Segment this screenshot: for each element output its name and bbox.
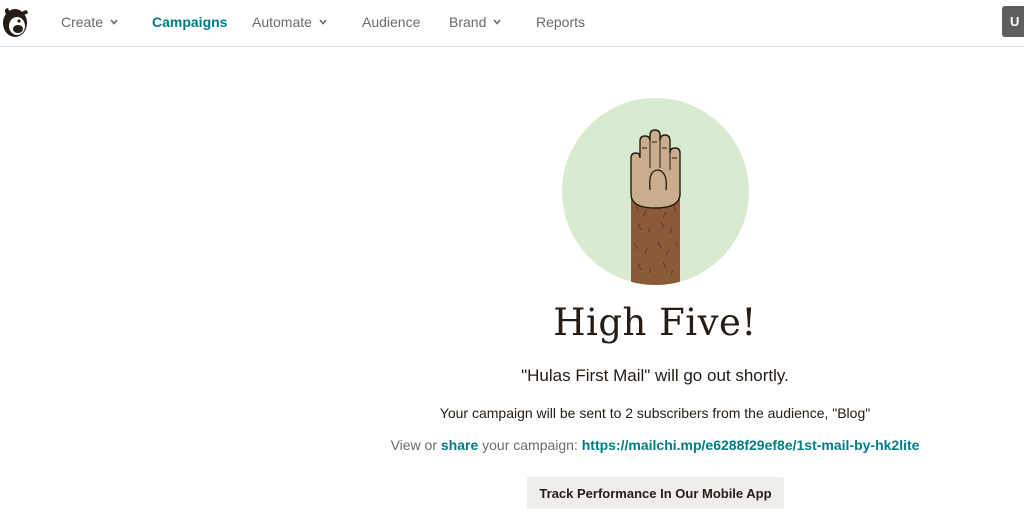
- mailchimp-logo-icon[interactable]: [0, 4, 30, 40]
- track-performance-button[interactable]: Track Performance In Our Mobile App: [527, 477, 784, 509]
- chevron-down-icon: [493, 19, 501, 25]
- recipients-info: Your campaign will be sent to 2 subscrib…: [439, 405, 871, 421]
- nav-campaigns[interactable]: Campaigns: [152, 14, 227, 30]
- chevron-down-icon: [319, 19, 327, 25]
- nav-reports-label: Reports: [536, 14, 586, 30]
- share-middle: your campaign:: [482, 437, 578, 453]
- share-link[interactable]: share: [441, 437, 478, 453]
- nav-audience-label: Audience: [362, 14, 421, 30]
- campaign-url-link[interactable]: https://mailchi.mp/e6288f29ef8e/1st-mail…: [582, 437, 920, 453]
- nav-create-label: Create: [61, 14, 104, 30]
- nav-create[interactable]: Create: [61, 14, 119, 30]
- share-campaign-line: View or share your campaign: https://mai…: [330, 437, 980, 453]
- nav-automate-label: Automate: [252, 14, 312, 30]
- chevron-down-icon: [110, 19, 118, 25]
- nav-brand[interactable]: Brand: [449, 14, 502, 30]
- raised-hand-icon: [630, 129, 681, 285]
- nav-reports[interactable]: Reports: [536, 14, 585, 30]
- nav-automate[interactable]: Automate: [252, 14, 328, 30]
- campaign-status-message: "Hulas First Mail" will go out shortly.: [521, 366, 789, 385]
- top-navigation: Create Campaigns Automate Audience Brand…: [0, 0, 1024, 47]
- user-initial: U: [1010, 14, 1020, 29]
- nav-audience[interactable]: Audience: [362, 14, 420, 30]
- high-five-illustration: [562, 98, 749, 285]
- nav-campaigns-label: Campaigns: [152, 14, 228, 30]
- nav-brand-label: Brand: [449, 14, 487, 30]
- user-menu-button[interactable]: U: [1002, 6, 1024, 37]
- page-title: High Five!: [553, 301, 757, 344]
- share-prefix: View or: [390, 437, 437, 453]
